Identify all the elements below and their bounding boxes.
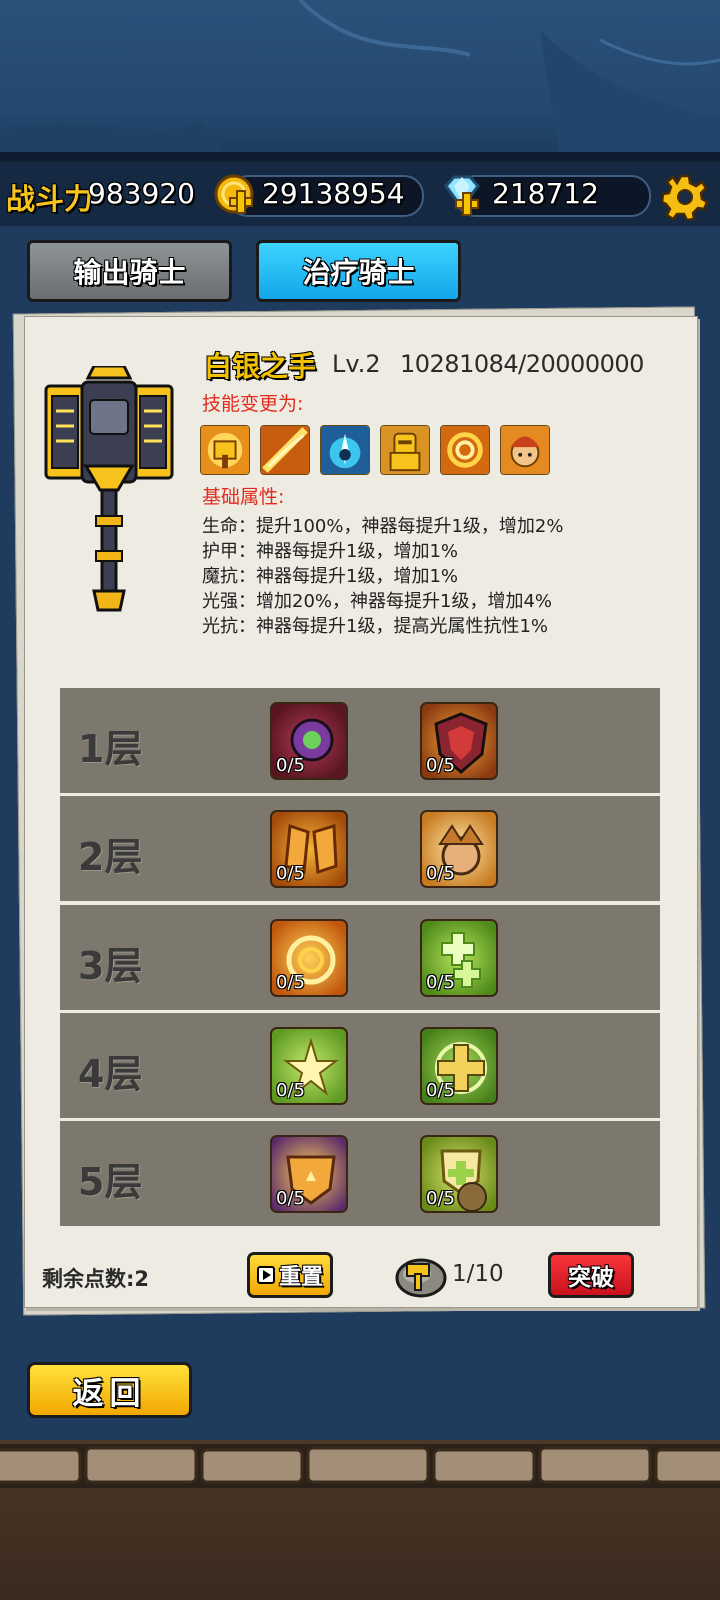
green-heal-cross-icon[interactable]: 0/5: [420, 919, 498, 997]
gem-value: 218712: [492, 177, 599, 210]
golden-swirl-icon[interactable]: 0/5: [270, 919, 348, 997]
attribute-light-power: 光强：增加20%，神器每提升1级，增加4%: [202, 591, 553, 612]
gold-value: 29138954: [262, 177, 405, 210]
layer-label: 5层: [78, 1160, 143, 1204]
flame-girl-skill-icon[interactable]: [500, 425, 550, 475]
breakthrough-stone-icon: [395, 1258, 447, 1298]
layer-row-1: 1层 0/5 0/5: [60, 688, 660, 793]
layer-label: 2层: [78, 835, 143, 879]
purple-gauntlet-icon[interactable]: 0/5: [270, 702, 348, 780]
talent-level: 0/5: [276, 972, 305, 993]
golden-armor-icon[interactable]: 0/5: [270, 810, 348, 888]
artifact-exp: 10281084/20000000: [400, 350, 644, 378]
talent-level: 0/5: [426, 1188, 455, 1209]
top-background: [0, 0, 720, 160]
talent-level: 0/5: [276, 1080, 305, 1101]
silver-hand-hammer-icon: [44, 366, 174, 612]
reset-button[interactable]: 重置: [247, 1252, 333, 1298]
gear-icon[interactable]: [662, 174, 708, 220]
video-play-icon: [256, 1266, 275, 1284]
tab-heal-knight[interactable]: 治疗骑士: [256, 240, 461, 302]
golden-crown-shield-icon[interactable]: 0/5: [270, 1135, 348, 1213]
diamond-plus-icon[interactable]: [440, 172, 484, 216]
golden-knight-skill-icon[interactable]: [380, 425, 430, 475]
talent-level: 0/5: [276, 755, 305, 776]
red-shield-icon[interactable]: 0/5: [420, 702, 498, 780]
tab-output-knight[interactable]: 输出骑士: [27, 240, 232, 302]
fire-vortex-skill-icon[interactable]: [440, 425, 490, 475]
spiky-hero-icon[interactable]: 0/5: [420, 810, 498, 888]
back-button[interactable]: 返回: [27, 1362, 192, 1418]
layer-label: 3层: [78, 944, 143, 988]
reset-label: 重置: [278, 1265, 323, 1290]
green-shield-buddy-icon[interactable]: 0/5: [420, 1135, 498, 1213]
golden-hammer-skill-icon[interactable]: [200, 425, 250, 475]
green-holy-cross-icon[interactable]: 0/5: [420, 1027, 498, 1105]
layer-row-5: 5层 0/5 0/5: [60, 1121, 660, 1226]
layer-row-2: 2层 0/5 0/5: [60, 796, 660, 901]
attribute-magic-resist: 魔抗：神器每提升1级，增加1%: [202, 566, 459, 587]
layer-row-3: 3层 0/5 0/5: [60, 905, 660, 1010]
flame-slash-skill-icon[interactable]: [260, 425, 310, 475]
layer-row-4: 4层 0/5 0/5: [60, 1013, 660, 1118]
layer-label: 1层: [78, 727, 143, 771]
remaining-points: 剩余点数:2: [42, 1267, 150, 1291]
top-border: [0, 152, 720, 162]
skills-heading: 技能变更为:: [202, 393, 304, 415]
attribute-armor: 护甲：神器每提升1级，增加1%: [202, 541, 459, 562]
stone-wall-border: [0, 1444, 720, 1488]
talent-level: 0/5: [276, 863, 305, 884]
breakthrough-button[interactable]: 突破: [548, 1252, 634, 1298]
ice-burst-skill-icon[interactable]: [320, 425, 370, 475]
artifact-name: 白银之手: [204, 350, 317, 383]
stone-count: 1/10: [452, 1261, 504, 1287]
attribute-hp: 生命：提升100%，神器每提升1级，增加2%: [202, 516, 564, 537]
talent-level: 0/5: [426, 1080, 455, 1101]
layer-label: 4层: [78, 1052, 143, 1096]
green-star-burst-icon[interactable]: 0/5: [270, 1027, 348, 1105]
talent-level: 0/5: [276, 1188, 305, 1209]
talent-level: 0/5: [426, 755, 455, 776]
artifact-level: Lv.2: [332, 350, 381, 378]
skill-icon-row: [200, 425, 550, 475]
attribute-light-resist: 光抗：神器每提升1级，提高光属性抗性1%: [202, 616, 549, 637]
power-label: 战斗力: [6, 182, 94, 216]
power-value: 983920: [88, 177, 195, 210]
attributes-heading: 基础属性:: [202, 486, 285, 508]
gold-coin-plus-icon[interactable]: [212, 172, 256, 216]
talent-level: 0/5: [426, 863, 455, 884]
talent-level: 0/5: [426, 972, 455, 993]
